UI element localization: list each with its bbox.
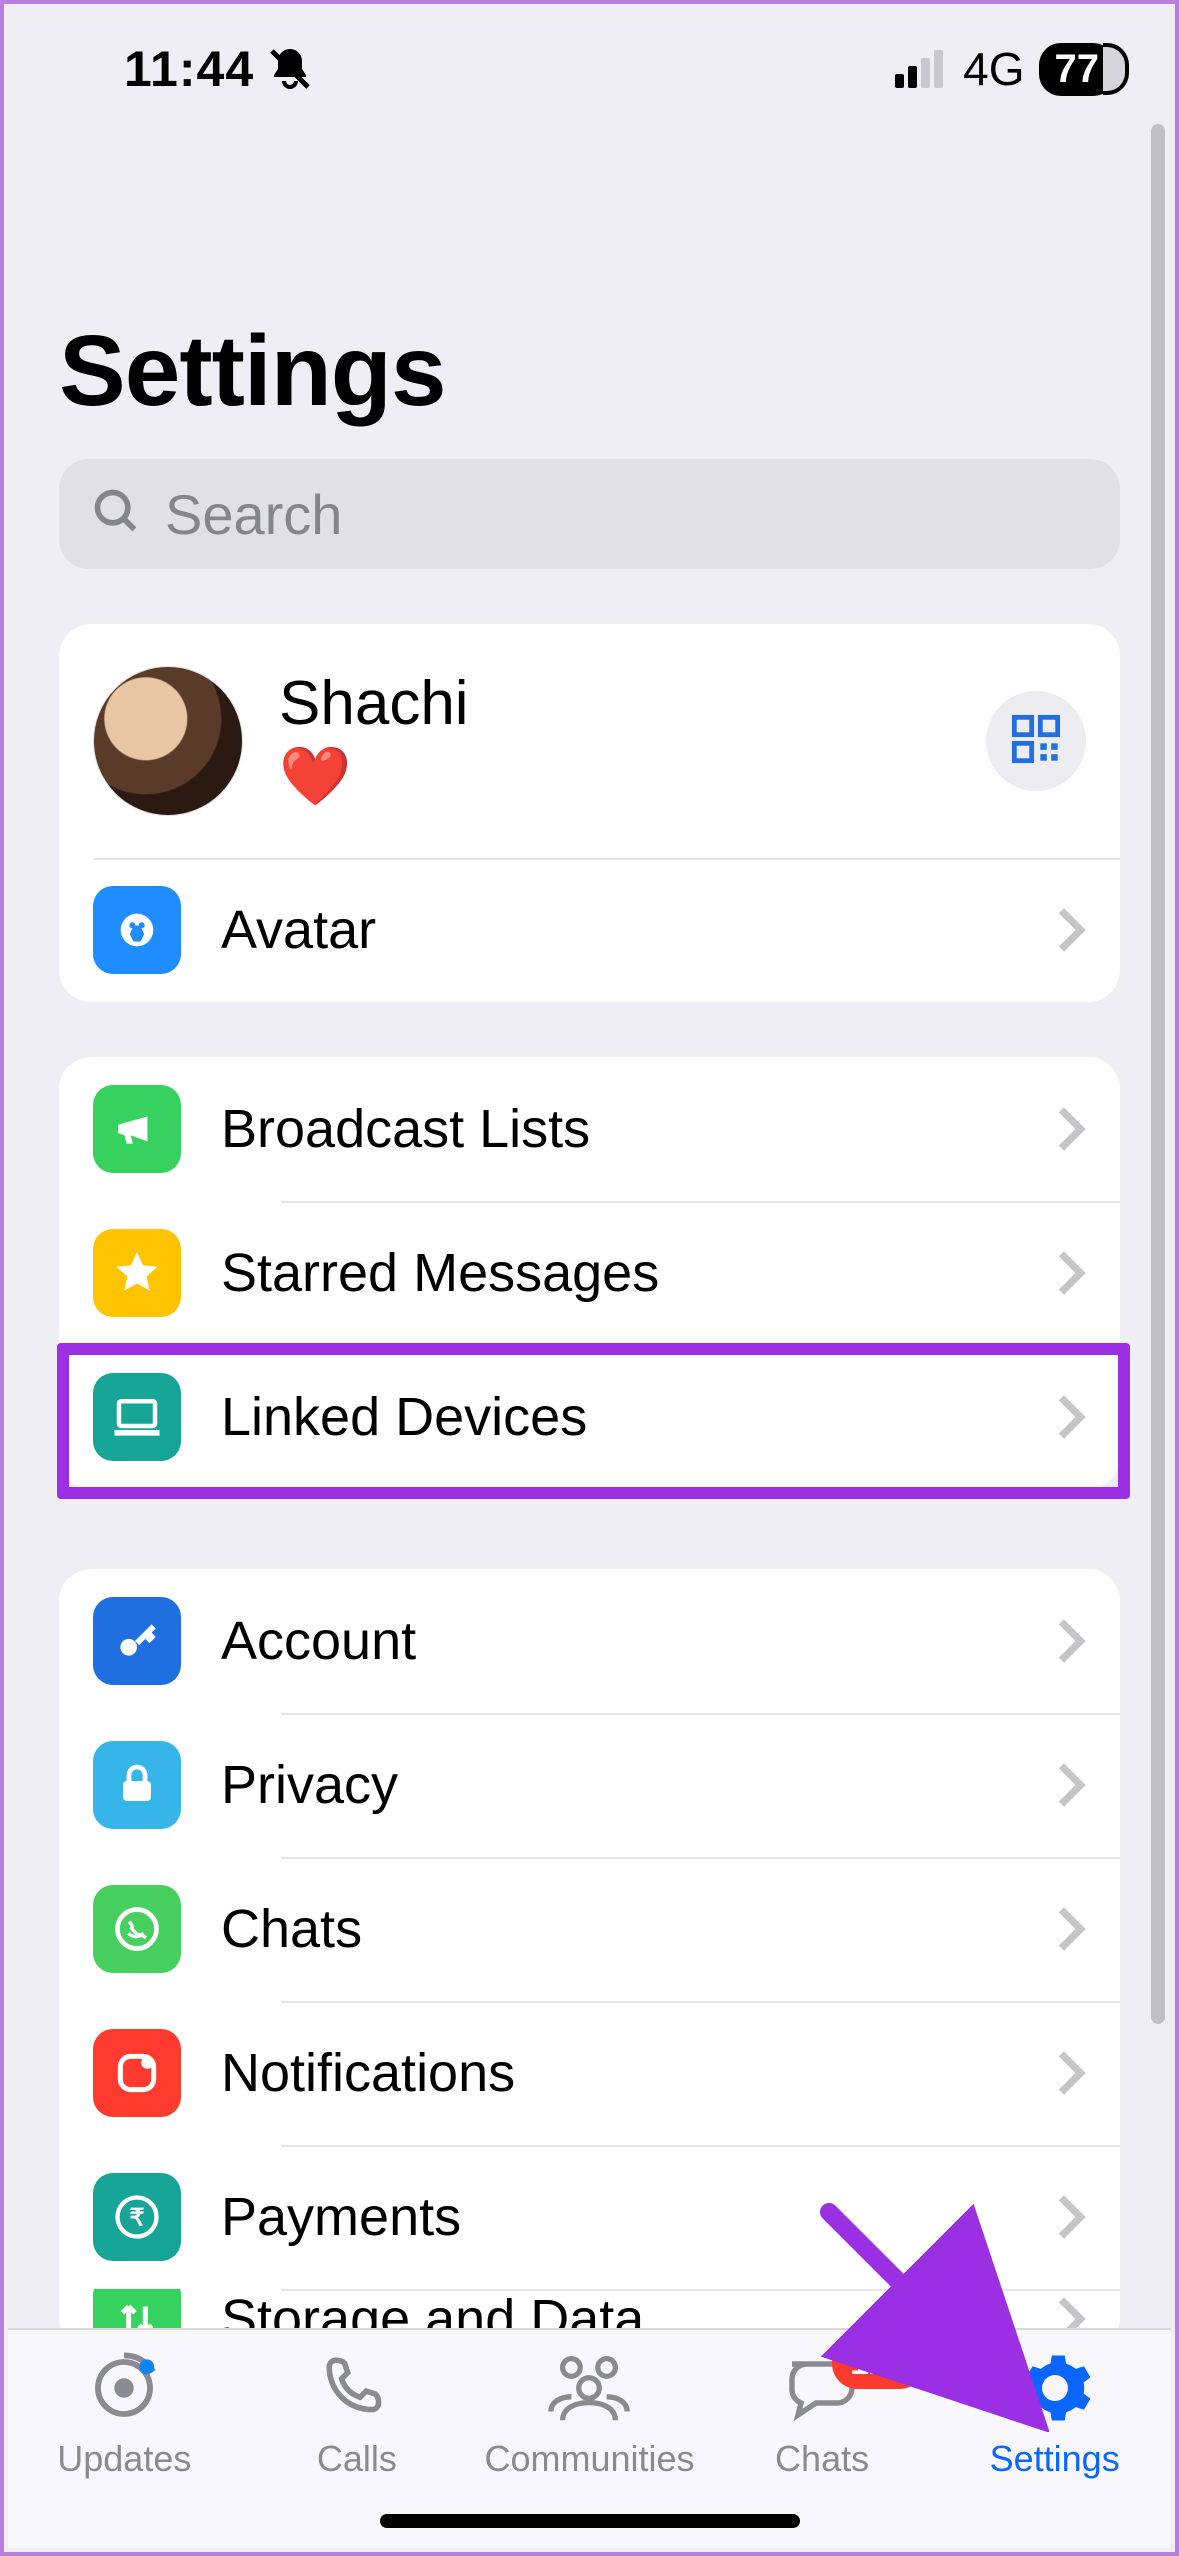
rupee-icon: ₹ (93, 2173, 181, 2261)
tab-updates[interactable]: Updates (24, 2348, 224, 2480)
row-notifications[interactable]: Notifications (59, 2001, 1120, 2145)
chevron-right-icon (1056, 906, 1086, 954)
page-title: Settings (59, 314, 1120, 429)
row-label: Broadcast Lists (221, 1098, 590, 1160)
chevron-right-icon (1056, 1761, 1086, 1809)
profile-section: Shachi ❤️ Avatar (59, 624, 1120, 1002)
laptop-icon (93, 1373, 181, 1461)
row-chats[interactable]: Chats (59, 1857, 1120, 2001)
calls-icon (320, 2348, 394, 2428)
communities-icon (545, 2348, 633, 2428)
tab-label: Updates (57, 2438, 191, 2480)
profile-status: ❤️ (279, 739, 469, 814)
search-placeholder: Search (165, 482, 342, 547)
status-time: 11:44 (124, 40, 254, 98)
whatsapp-icon (93, 1885, 181, 1973)
row-label: Chats (221, 1898, 362, 1960)
star-icon (93, 1229, 181, 1317)
svg-text:₹: ₹ (129, 2205, 144, 2232)
tab-label: Calls (317, 2438, 397, 2480)
scrollbar[interactable] (1151, 124, 1165, 2024)
row-label: Privacy (221, 1754, 398, 1816)
row-label: Linked Devices (221, 1386, 587, 1448)
search-input[interactable]: Search (59, 459, 1120, 569)
row-label: Account (221, 1610, 416, 1672)
qr-code-icon (1010, 713, 1062, 770)
search-icon (91, 486, 143, 543)
chats-badge: 124 (832, 2338, 925, 2389)
tab-settings[interactable]: Settings (955, 2348, 1155, 2480)
chevron-right-icon (1056, 1105, 1086, 1153)
chevron-right-icon (1056, 1617, 1086, 1665)
lock-icon (93, 1741, 181, 1829)
tab-chats[interactable]: 124 Chats (722, 2348, 922, 2480)
tab-label: Settings (990, 2438, 1120, 2480)
lists-section: Broadcast Lists Starred Messages Linked … (59, 1057, 1120, 1489)
settings-section: Account Privacy Chats Notifications (59, 1569, 1120, 2349)
tab-calls[interactable]: Calls (257, 2348, 457, 2480)
chevron-right-icon (1056, 1249, 1086, 1297)
status-bar: 11:44 4G 77 (4, 4, 1175, 114)
tab-communities[interactable]: Communities (489, 2348, 689, 2480)
qr-code-button[interactable] (986, 691, 1086, 791)
key-icon (93, 1597, 181, 1685)
chevron-right-icon (1056, 2193, 1086, 2241)
home-indicator[interactable] (380, 2514, 800, 2528)
battery-icon: 77 (1039, 43, 1116, 96)
row-starred-messages[interactable]: Starred Messages (59, 1201, 1120, 1345)
row-linked-devices[interactable]: Linked Devices (59, 1345, 1120, 1489)
tab-label: Communities (484, 2438, 694, 2480)
chevron-right-icon (1056, 1905, 1086, 1953)
row-payments[interactable]: ₹ Payments (59, 2145, 1120, 2289)
profile-name: Shachi (279, 668, 469, 739)
updates-icon (85, 2348, 163, 2428)
notification-icon (93, 2029, 181, 2117)
avatar-icon (93, 886, 181, 974)
row-label: Avatar (221, 899, 376, 961)
silent-icon (266, 45, 314, 93)
chevron-right-icon (1056, 1393, 1086, 1441)
row-account[interactable]: Account (59, 1569, 1120, 1713)
signal-icon (895, 50, 949, 88)
row-broadcast-lists[interactable]: Broadcast Lists (59, 1057, 1120, 1201)
profile-photo (93, 666, 243, 816)
profile-row[interactable]: Shachi ❤️ (59, 624, 1120, 858)
megaphone-icon (93, 1085, 181, 1173)
row-avatar[interactable]: Avatar (59, 858, 1120, 1002)
row-label: Payments (221, 2186, 461, 2248)
row-label: Notifications (221, 2042, 515, 2104)
network-type: 4G (963, 42, 1024, 96)
gear-icon (1016, 2348, 1094, 2428)
row-label: Starred Messages (221, 1242, 659, 1304)
row-privacy[interactable]: Privacy (59, 1713, 1120, 1857)
chevron-right-icon (1056, 2049, 1086, 2097)
tab-label: Chats (775, 2438, 869, 2480)
